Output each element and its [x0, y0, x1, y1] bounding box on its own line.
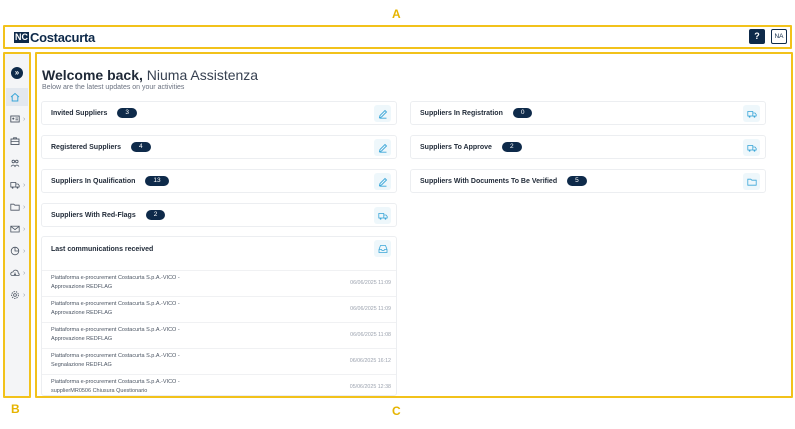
annotation-label-c: C — [392, 404, 401, 418]
annotation-label-a: A — [392, 7, 401, 21]
screenshot: A B C NC Costacurta ? NA » › › › › › › ›… — [0, 0, 795, 429]
annotation-label-b: B — [11, 402, 20, 416]
annotation-box-b — [3, 52, 31, 398]
annotation-box-c — [35, 52, 793, 398]
annotation-box-a — [3, 25, 792, 49]
